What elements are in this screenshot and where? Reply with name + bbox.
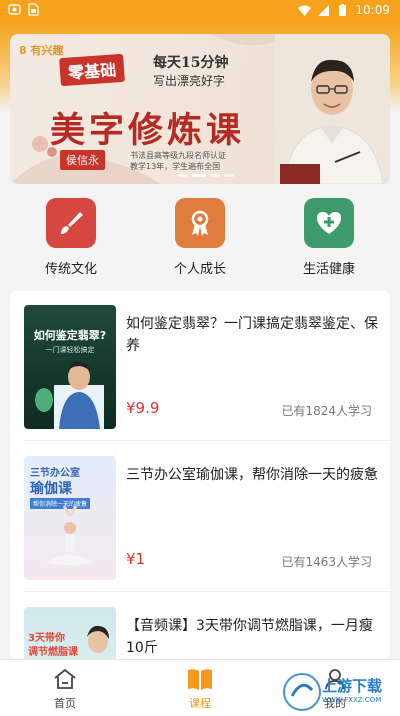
- course-item[interactable]: 三节办公室 瑜伽课 帮你消除一天的疲惫 三节办公室瑜伽课，帮你消除一天的疲惫 ¥…: [10, 442, 390, 592]
- carousel-dot[interactable]: [178, 174, 188, 177]
- brush-icon: [46, 198, 96, 248]
- category-label: 传统文化: [44, 262, 97, 277]
- course-price: ¥9.9: [126, 399, 160, 417]
- course-thumbnail: 3天带你 调节燃脂课: [24, 607, 116, 659]
- watermark-url: WWW.FXXZ.COM: [322, 696, 382, 704]
- course-list: 如何鉴定翡翠? 一门课轻松搞定 如何鉴定翡翠？一门课搞定翡翠鉴定、保养 ¥9.9…: [10, 291, 390, 659]
- course-title: 【音频课】3天带你调节燃脂课，一月瘦10斤: [126, 618, 373, 656]
- status-bar: 10:09: [0, 0, 400, 22]
- teacher-name: 侯信永: [60, 150, 105, 170]
- banner-badge: 零基础: [59, 53, 125, 87]
- tab-label: 课程: [189, 697, 211, 710]
- course-title: 三节办公室瑜伽课，帮你消除一天的疲惫: [126, 467, 378, 483]
- award-ribbon-icon: [175, 198, 225, 248]
- category-label: 生活健康: [302, 262, 355, 277]
- brand-logo: 8 有兴趣: [19, 44, 64, 57]
- course-price: ¥1: [126, 550, 146, 568]
- course-item[interactable]: 3天带你 调节燃脂课 【音频课】3天带你调节燃脂课，一月瘦10斤: [10, 593, 390, 659]
- category-life-health[interactable]: 生活健康: [284, 198, 374, 277]
- category-traditional-culture[interactable]: 传统文化: [26, 198, 116, 277]
- course-thumbnail: 三节办公室 瑜伽课 帮你消除一天的疲惫: [24, 456, 116, 580]
- course-thumbnail: 如何鉴定翡翠? 一门课轻松搞定: [24, 305, 116, 429]
- tab-home[interactable]: 首页: [30, 666, 100, 711]
- clock: 10:09: [355, 3, 390, 17]
- watermark: 上游下载 WWW.FXXZ.COM: [282, 672, 400, 712]
- signal-icon: [317, 4, 330, 17]
- course-title: 如何鉴定翡翠？一门课搞定翡翠鉴定、保养: [126, 316, 378, 354]
- heart-plus-icon: [304, 198, 354, 248]
- teacher-photo: [275, 34, 390, 184]
- tab-courses[interactable]: 课程: [165, 666, 235, 711]
- category-label: 个人成长: [173, 262, 226, 277]
- carousel-dot[interactable]: [210, 174, 220, 177]
- course-learners: 已有1824人学习: [281, 404, 372, 418]
- tab-label: 首页: [54, 697, 76, 710]
- banner-headline: 美字修炼课: [50, 110, 246, 151]
- banner-tagline-1: 每天15分钟: [153, 55, 229, 71]
- banner-tagline-2: 写出漂亮好字: [153, 74, 226, 88]
- course-learners: 已有1463人学习: [281, 555, 372, 569]
- carousel-dot[interactable]: [224, 174, 234, 177]
- banner-carousel[interactable]: 8 有兴趣 零基础 每天15分钟 写出漂亮好字 美字修炼课 侯信永 书法县高等级…: [10, 34, 390, 184]
- battery-icon: [336, 3, 349, 17]
- carousel-dot-active[interactable]: [192, 174, 206, 177]
- banner-desc-2: 教学13年，学生遍布全国: [130, 162, 221, 171]
- book-icon: [165, 666, 235, 692]
- category-personal-growth[interactable]: 个人成长: [155, 198, 245, 277]
- wifi-icon: [298, 4, 312, 17]
- sim-icon: [27, 3, 40, 16]
- divider: [24, 440, 390, 441]
- carousel-indicator: [178, 174, 234, 177]
- course-item[interactable]: 如何鉴定翡翠? 一门课轻松搞定 如何鉴定翡翠？一门课搞定翡翠鉴定、保养 ¥9.9…: [10, 291, 390, 441]
- category-shortcuts: 传统文化 个人成长 生活健康: [0, 192, 400, 280]
- watermark-text: 上游下载: [322, 677, 383, 695]
- home-icon: [30, 666, 100, 692]
- banner-desc-1: 书法县高等级九段名师认证: [130, 151, 226, 160]
- notification-icon: [8, 3, 21, 16]
- divider: [24, 591, 390, 592]
